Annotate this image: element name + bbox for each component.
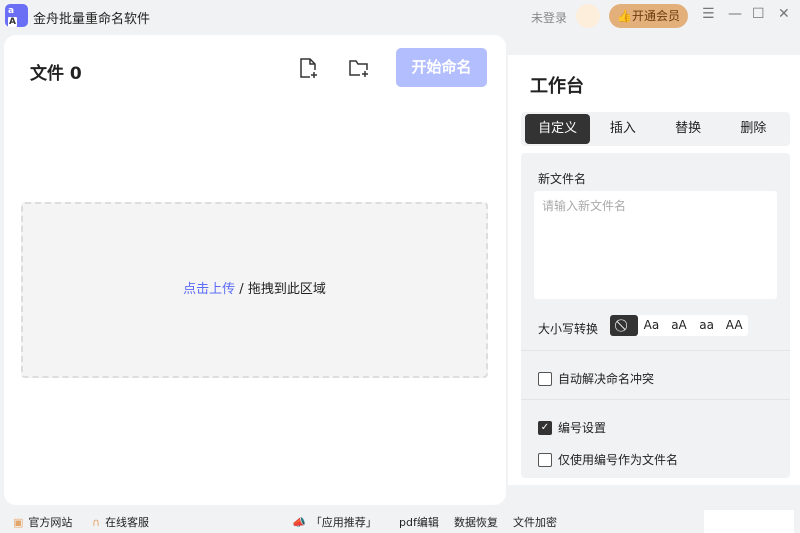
upload-link[interactable]: 点击上传 [183,282,235,297]
drop-zone[interactable]: 点击上传 / 拖拽到此区域 [21,202,488,378]
recovery-link[interactable]: 数据恢复 [454,514,498,530]
checkbox[interactable] [538,452,552,467]
vip-label: 开通会员 [631,9,680,23]
recommend: 📣 「应用推荐」 [292,514,377,530]
file-panel: 文件 0 开始命名 点击上传 / 拖拽到此区域 [4,35,506,505]
new-name-label: 新文件名 [538,172,587,186]
case-none-button[interactable]: ⃠ [610,315,638,336]
maximize-icon[interactable]: ☐ [752,6,765,22]
checkbox-label: 仅使用编号作为文件名 [558,453,679,467]
drop-text: / 拖拽到此区域 [235,282,326,297]
footer-blank [704,510,794,533]
login-link[interactable]: 未登录 [531,9,567,26]
case-option[interactable]: aA [665,315,693,336]
logo-letter: a [8,6,15,16]
checkbox-label: 自动解决命名冲突 [558,372,655,386]
new-name-input[interactable] [534,191,777,299]
monitor-icon: ▣ [13,515,24,529]
add-file-icon[interactable] [296,56,320,80]
custom-form: 新文件名 大小写转换 ⃠ Aa aA aa AA 自动解决命名冲突 ✓编号设置 … [521,153,790,478]
vip-button[interactable]: 👍开通会员 [609,4,688,28]
add-folder-icon[interactable] [347,56,371,80]
website-label: 官方网站 [28,516,73,529]
file-count: 文件 0 [30,64,82,84]
megaphone-icon: 📣 [292,515,306,529]
case-options: ⃠ Aa aA aa AA [610,315,748,336]
close-icon[interactable]: ✕ [778,6,790,22]
case-option[interactable]: AA [720,315,748,336]
checkbox-label: 编号设置 [558,421,607,435]
minimize-icon[interactable]: — [728,6,742,22]
avatar[interactable] [576,4,600,28]
tab-insert[interactable]: 插入 [590,114,655,144]
case-option[interactable]: aa [693,315,721,336]
only-number-checkbox[interactable]: 仅使用编号作为文件名 [538,451,678,468]
service-label: 在线客服 [105,516,150,529]
case-option[interactable]: Aa [638,315,666,336]
divider [521,350,790,351]
workbench-panel: 工作台 自定义 插入 替换 删除 新文件名 大小写转换 ⃠ Aa aA aa A… [508,55,800,485]
checkbox[interactable] [538,371,552,386]
divider [521,399,790,400]
workbench-tabs: 自定义 插入 替换 删除 [521,112,790,146]
headset-icon: ∩ [92,515,101,529]
auto-resolve-checkbox[interactable]: 自动解决命名冲突 [538,370,654,387]
workbench-title: 工作台 [530,76,584,97]
logo-letter: A [8,17,17,27]
encrypt-link[interactable]: 文件加密 [513,514,557,530]
case-label: 大小写转换 [538,322,599,336]
tab-custom[interactable]: 自定义 [525,114,591,144]
menu-icon[interactable]: ☰ [702,6,715,22]
tab-replace[interactable]: 替换 [656,114,721,144]
start-rename-button[interactable]: 开始命名 [396,48,487,87]
thumb-icon: 👍 [617,9,632,23]
app-logo: aA [5,4,28,27]
recommend-label: 「应用推荐」 [310,516,377,529]
pdf-link[interactable]: pdf编辑 [399,514,439,530]
checkbox-checked[interactable]: ✓ [538,420,552,435]
footer: ▣ 官方网站 ∩ 在线客服 📣 「应用推荐」 pdf编辑 数据恢复 文件加密 [0,510,800,533]
website-link[interactable]: ▣ 官方网站 [13,514,72,530]
tab-delete[interactable]: 删除 [721,114,786,144]
numbering-checkbox[interactable]: ✓ 编号设置 [538,419,606,436]
app-title: 金舟批量重命名软件 [33,12,151,27]
service-link[interactable]: ∩ 在线客服 [92,514,149,530]
